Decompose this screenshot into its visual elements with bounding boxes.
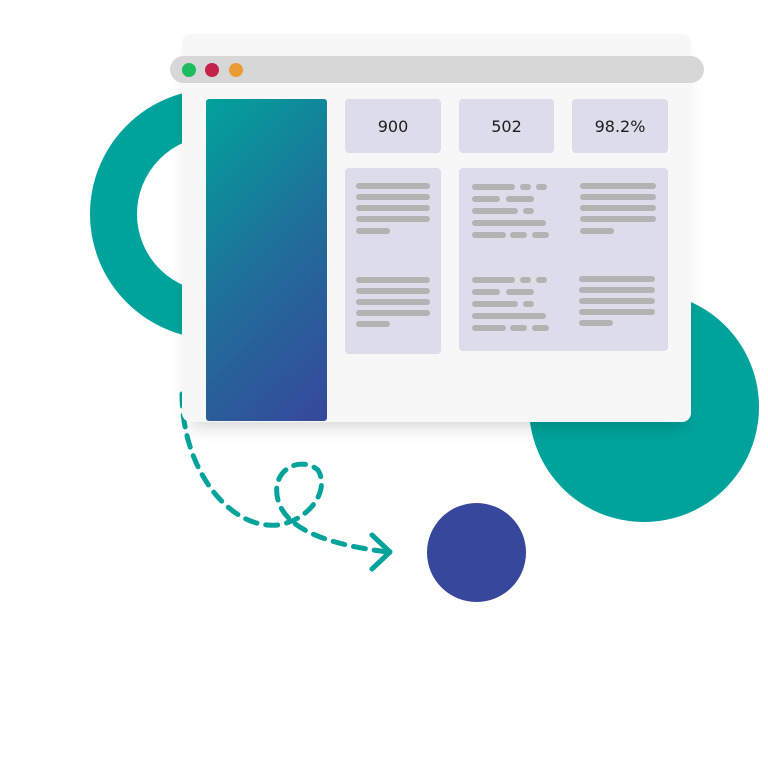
window-titlebar bbox=[170, 56, 704, 83]
text-placeholder-line bbox=[472, 325, 506, 331]
text-placeholder-line bbox=[579, 309, 655, 315]
text-placeholder-line bbox=[472, 196, 500, 202]
text-placeholder-line bbox=[356, 310, 430, 316]
gradient-sidebar bbox=[206, 99, 327, 421]
orange-dot-icon bbox=[229, 63, 243, 77]
text-placeholder-line bbox=[506, 289, 534, 295]
text-placeholder-line bbox=[472, 313, 546, 319]
text-placeholder-line bbox=[523, 301, 534, 307]
text-placeholder-line bbox=[356, 288, 430, 294]
stat-value-1: 900 bbox=[377, 116, 409, 136]
text-placeholder-line bbox=[472, 184, 515, 190]
text-placeholder-line bbox=[506, 196, 534, 202]
text-placeholder-line bbox=[510, 232, 527, 238]
text-placeholder-line bbox=[356, 194, 430, 200]
text-placeholder-line bbox=[580, 205, 656, 211]
illustration-stage: 900 502 98.2% bbox=[0, 0, 768, 768]
text-placeholder-line bbox=[356, 183, 430, 189]
text-placeholder-line bbox=[520, 277, 531, 283]
text-placeholder-line bbox=[472, 277, 515, 283]
stat-card-3: 98.2% bbox=[572, 99, 668, 153]
text-placeholder-line bbox=[532, 325, 549, 331]
stat-card-1: 900 bbox=[345, 99, 441, 153]
text-placeholder-line bbox=[356, 277, 430, 283]
text-placeholder-line bbox=[472, 289, 500, 295]
text-placeholder-line bbox=[579, 298, 655, 304]
text-placeholder-line bbox=[520, 184, 531, 190]
text-placeholder-line bbox=[579, 287, 655, 293]
text-placeholder-line bbox=[580, 228, 614, 234]
text-placeholder-line bbox=[536, 277, 547, 283]
text-placeholder-line bbox=[532, 232, 549, 238]
text-placeholder-line bbox=[472, 232, 506, 238]
stat-card-2: 502 bbox=[459, 99, 554, 153]
text-placeholder-line bbox=[356, 205, 430, 211]
text-placeholder-line bbox=[472, 220, 546, 226]
stat-value-3: 98.2% bbox=[594, 116, 646, 136]
stat-value-2: 502 bbox=[491, 116, 522, 136]
text-placeholder-line bbox=[536, 184, 547, 190]
text-placeholder-line bbox=[580, 216, 656, 222]
text-placeholder-line bbox=[510, 325, 527, 331]
text-placeholder-line bbox=[580, 194, 656, 200]
text-placeholder-line bbox=[356, 299, 430, 305]
text-placeholder-line bbox=[356, 216, 430, 222]
text-placeholder-line bbox=[356, 321, 390, 327]
text-placeholder-line bbox=[579, 320, 613, 326]
red-dot-icon bbox=[205, 63, 219, 77]
text-placeholder-line bbox=[580, 183, 656, 189]
text-placeholder-line bbox=[472, 208, 518, 214]
green-dot-icon bbox=[182, 63, 196, 77]
text-placeholder-line bbox=[523, 208, 534, 214]
text-placeholder-line bbox=[472, 301, 518, 307]
text-placeholder-line bbox=[356, 228, 390, 234]
text-placeholder-line bbox=[579, 276, 655, 282]
